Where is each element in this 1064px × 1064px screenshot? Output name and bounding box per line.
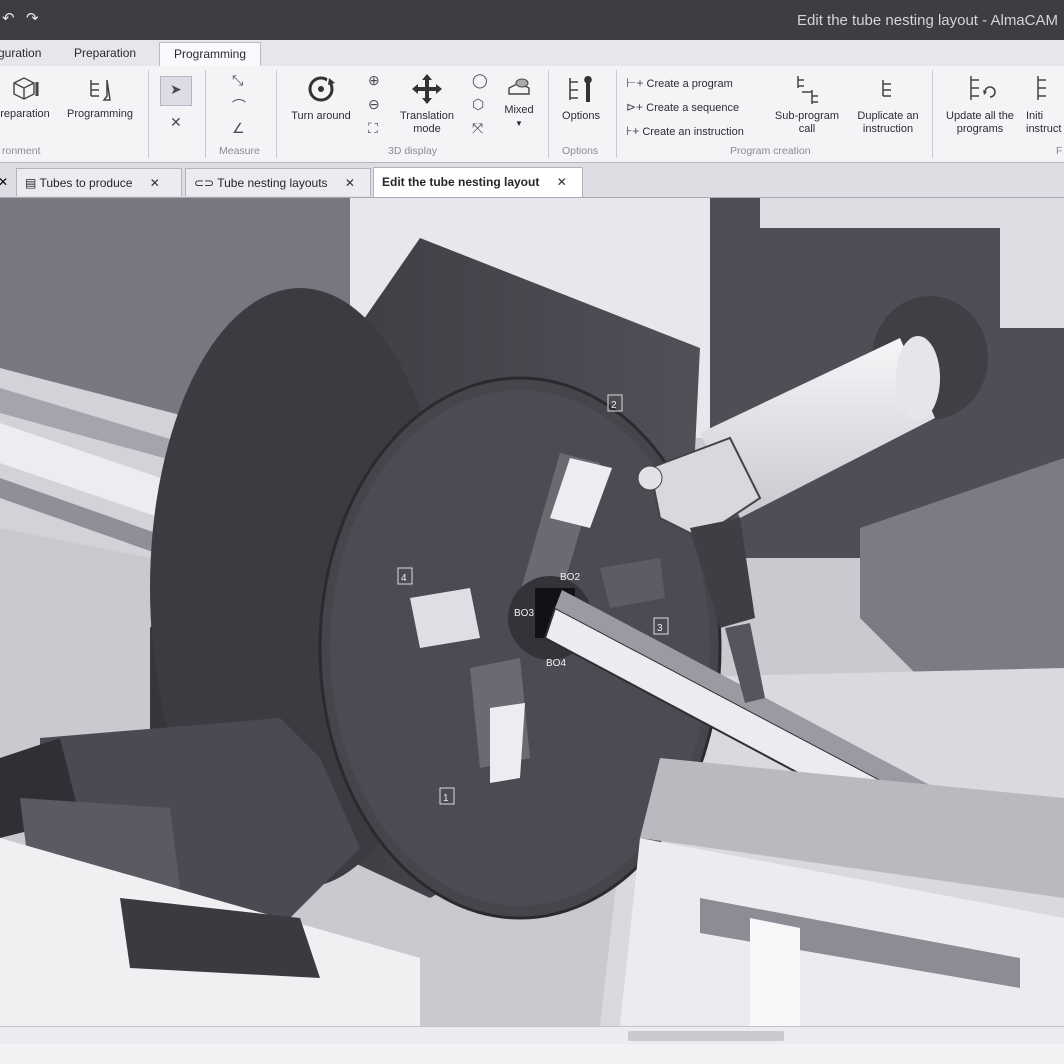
initial-instruction-icon	[1037, 76, 1046, 100]
mixed-view-icon	[508, 78, 530, 95]
ribbon-tab-bar: guration Preparation Programming	[0, 40, 1064, 67]
measure-length-icon[interactable]: ⌒	[232, 96, 246, 116]
rotate-icon	[308, 76, 335, 102]
measure-group-label: Measure	[219, 145, 260, 157]
program-list-icon	[90, 79, 111, 101]
table-icon: ▤	[25, 176, 37, 190]
close-icon[interactable]: ✕	[150, 176, 160, 190]
close-icon[interactable]: ✕	[345, 176, 355, 190]
window-title: Edit the tube nesting layout - AlmaCAM	[797, 12, 1058, 29]
status-strip	[0, 1044, 1064, 1064]
programming-button[interactable]: Programming	[64, 74, 136, 121]
create-sequence-button[interactable]: ⊳+ Create a sequence	[626, 100, 739, 114]
machine-scene: BO2 BO3 BO4 2 4 1 3	[0, 198, 1064, 1026]
cursor-icon: ➤	[170, 81, 182, 97]
last-group-label: F	[1056, 145, 1063, 157]
add-program-icon: ⊢+	[626, 76, 644, 90]
horizontal-scrollbar[interactable]	[0, 1026, 1064, 1045]
tab-preparation[interactable]: Preparation	[74, 46, 136, 60]
ribbon-separator	[276, 70, 277, 158]
preparation-button[interactable]: reparation	[0, 74, 56, 121]
options-group-label: Options	[562, 145, 599, 157]
ribbon-separator	[205, 70, 206, 158]
update-programs-icon	[970, 76, 996, 100]
redo-icon[interactable]: ↷	[26, 9, 39, 27]
sub-program-icon	[797, 76, 818, 104]
options-button[interactable]: Options	[553, 72, 609, 123]
display3d-group-label: 3D display	[388, 145, 438, 157]
document-tab-bar: ✕ ▤ Tubes to produce ✕ ⊂⊃ Tube nesting l…	[0, 163, 1064, 198]
move-arrows-icon	[412, 74, 442, 104]
close-icon[interactable]: ✕	[557, 175, 567, 189]
jaw-label: BO4	[546, 658, 566, 669]
tab-programming[interactable]: Programming	[159, 42, 262, 66]
zoom-fit-icon[interactable]: ⛶	[368, 120, 378, 137]
options-wrench-icon	[569, 76, 592, 102]
duplicate-icon	[882, 80, 891, 97]
ribbon-separator	[616, 70, 617, 158]
turn-around-button[interactable]: Turn around	[282, 72, 360, 123]
sphere-icon[interactable]: ◯	[472, 72, 488, 89]
chuck-marker: 3	[657, 623, 663, 634]
tube-icon: ⊂⊃	[194, 176, 215, 190]
zoom-in-icon[interactable]: ⊕	[368, 72, 380, 89]
ribbon-separator	[148, 70, 149, 158]
jaw-label: BO3	[514, 608, 534, 619]
undo-icon[interactable]: ↶	[2, 9, 15, 27]
select-button[interactable]: ➤	[160, 76, 192, 106]
box-pencil-icon	[13, 77, 39, 100]
tab-tube-nesting-layouts[interactable]: ⊂⊃ Tube nesting layouts ✕	[185, 168, 371, 196]
scrollbar-thumb[interactable]	[628, 1031, 784, 1041]
jaw-label: BO2	[560, 572, 580, 583]
update-all-programs-button[interactable]: Update all the programs	[940, 72, 1020, 136]
initial-instruction-button[interactable]: Initi instruct	[1026, 72, 1064, 136]
mixed-view-button[interactable]: Mixed ▼	[498, 76, 540, 130]
add-sequence-icon: ⊳+	[626, 100, 644, 114]
3d-viewport[interactable]: BO2 BO3 BO4 2 4 1 3	[0, 198, 1064, 1026]
view-axes-icon[interactable]: ⤧	[472, 120, 483, 137]
chuck-marker: 2	[611, 400, 617, 411]
measure-distance-icon[interactable]: ⤡	[232, 72, 243, 89]
ribbon-separator	[932, 70, 933, 158]
ribbon-separator	[548, 70, 549, 158]
create-instruction-button[interactable]: ⊦+ Create an instruction	[626, 124, 744, 138]
chuck-marker: 1	[443, 793, 449, 804]
duplicate-instruction-button[interactable]: Duplicate an instruction	[850, 72, 926, 136]
cancel-select-icon[interactable]: ✕	[170, 114, 182, 131]
dropdown-arrow-icon: ▼	[515, 119, 523, 128]
tab-configuration[interactable]: guration	[0, 46, 41, 60]
add-instruction-icon: ⊦+	[626, 124, 640, 138]
program-creation-group-label: Program creation	[730, 145, 811, 157]
environment-group-label: ronment	[2, 145, 41, 157]
translation-mode-button[interactable]: Translation mode	[394, 72, 460, 136]
chuck-marker: 4	[401, 573, 407, 584]
title-bar: ↶ ↷ Edit the tube nesting layout - AlmaC…	[0, 0, 1064, 40]
measure-angle-icon[interactable]: ∠	[232, 120, 245, 137]
sub-program-call-button[interactable]: Sub-program call	[768, 72, 846, 136]
close-icon[interactable]: ✕	[0, 175, 8, 189]
zoom-out-icon[interactable]: ⊖	[368, 96, 380, 113]
tab-tubes-to-produce[interactable]: ▤ Tubes to produce ✕	[16, 168, 182, 196]
tab-edit-tube-nesting-layout[interactable]: Edit the tube nesting layout ✕	[373, 167, 583, 197]
cube-icon[interactable]: ⬡	[472, 96, 484, 113]
ribbon: reparation Programming ronment ➤ ✕ ⤡ ⌒ ∠…	[0, 66, 1064, 163]
create-program-button[interactable]: ⊢+ Create a program	[626, 76, 733, 90]
